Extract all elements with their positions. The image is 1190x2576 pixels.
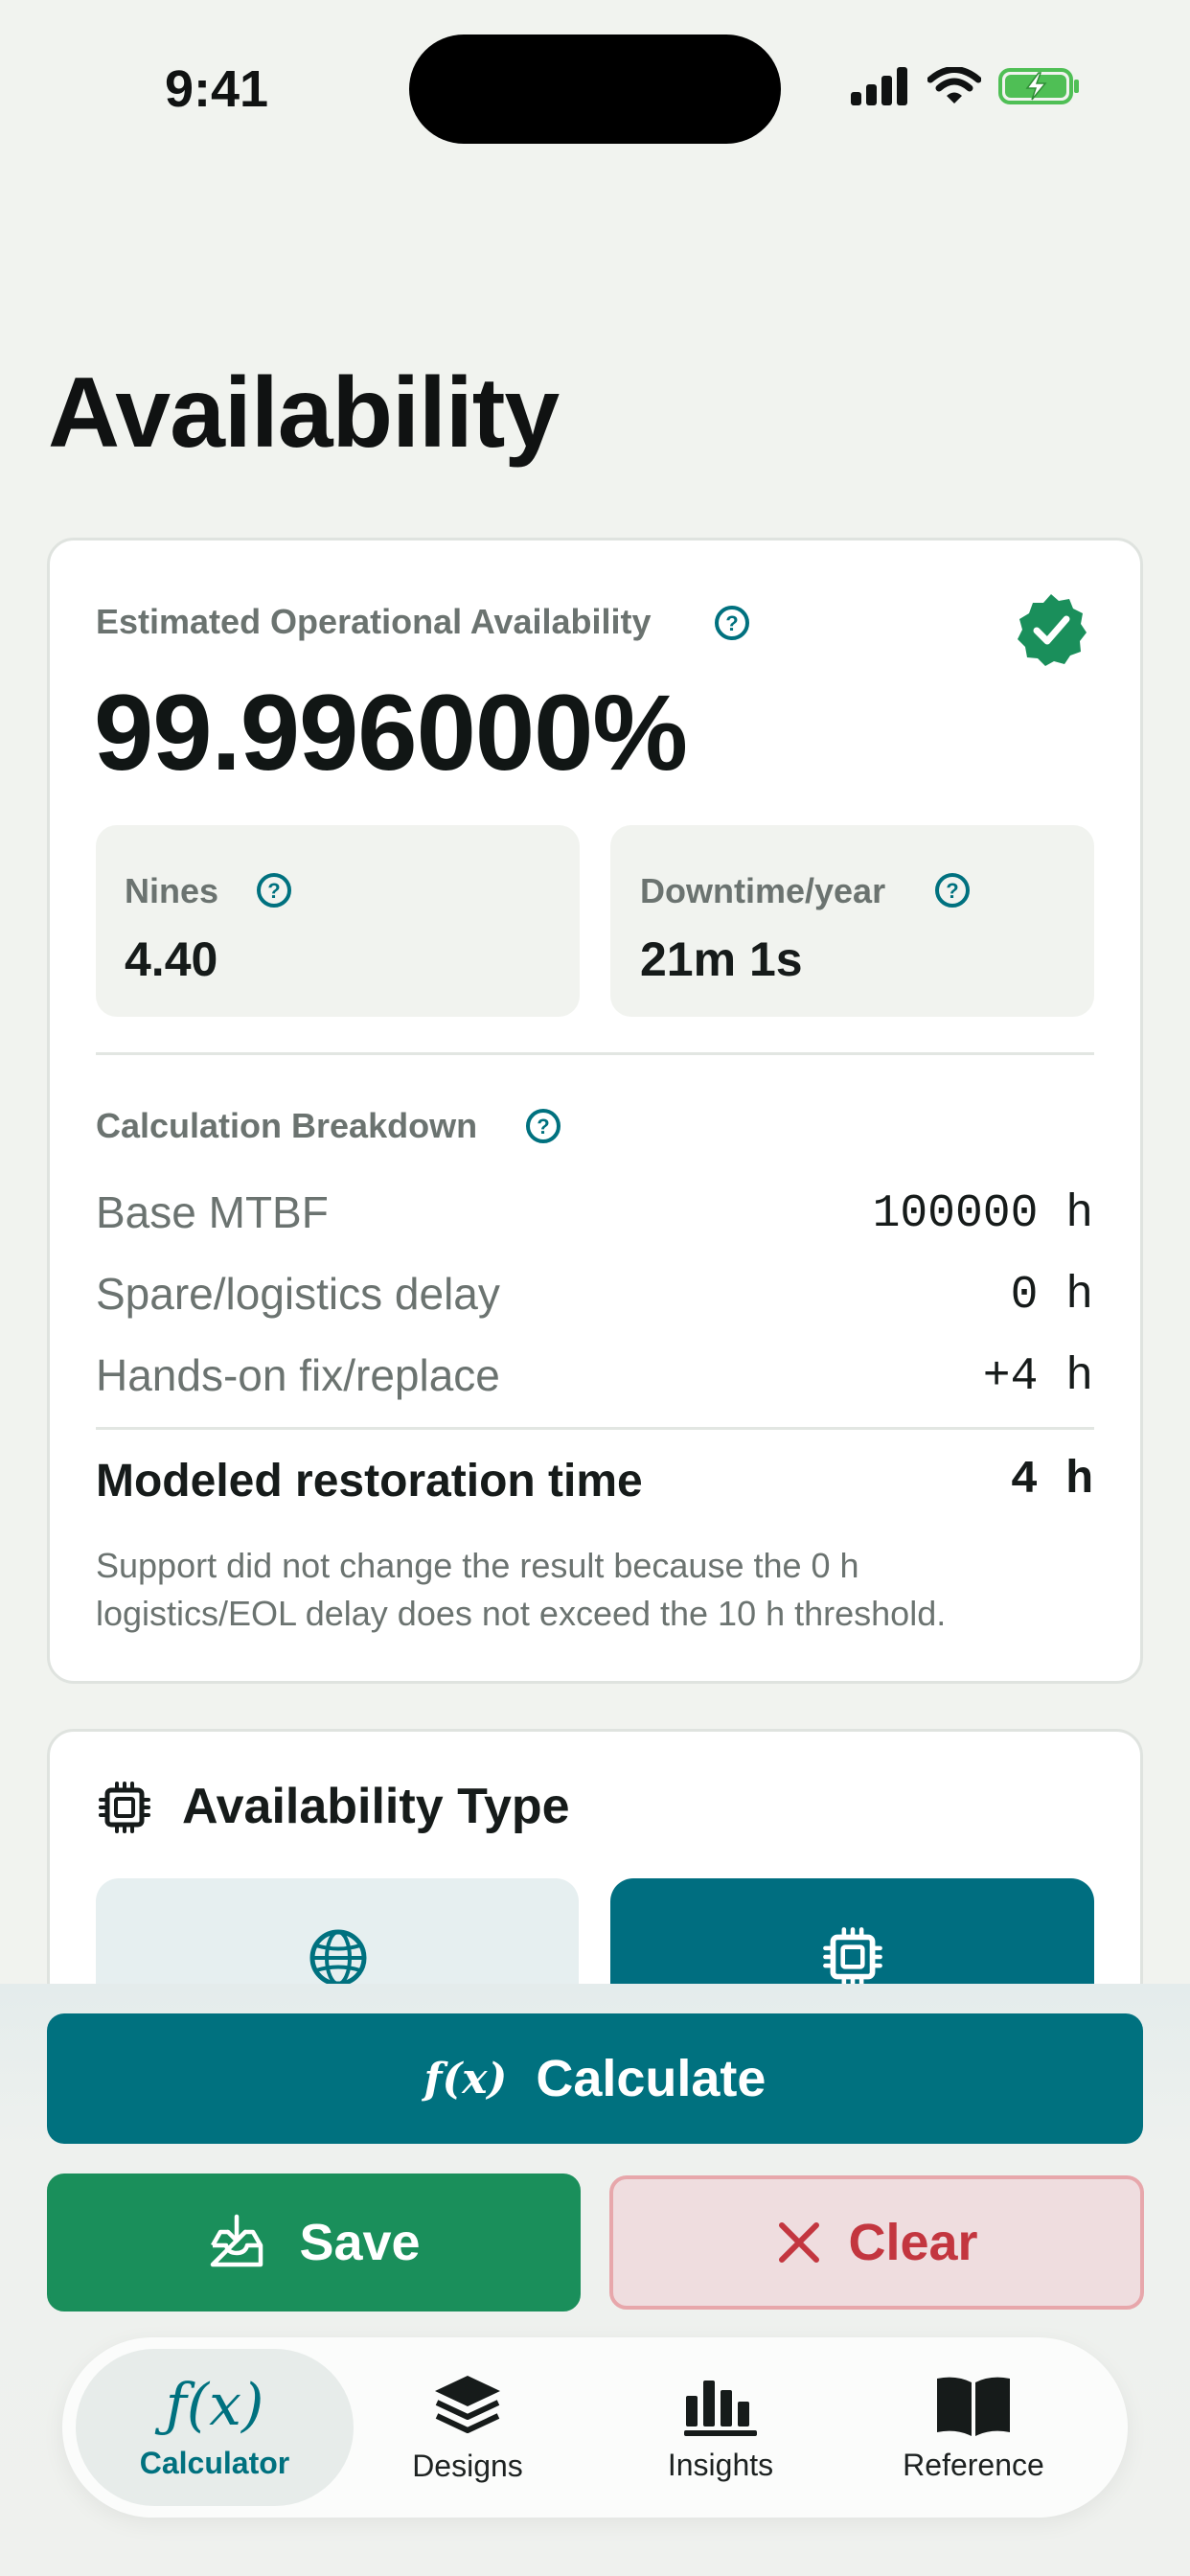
note-line: Support did not change the result becaus… [96, 1546, 859, 1585]
breakdown-row-label: Spare/logistics delay [96, 1269, 500, 1319]
help-icon[interactable]: ? [525, 1108, 561, 1144]
availability-type-title: Availability Type [182, 1779, 570, 1834]
restoration-time-value: 4 h [1010, 1455, 1093, 1506]
tab-label: Insights [667, 2447, 774, 2482]
bar-chart-icon [684, 2380, 757, 2436]
tab-insights[interactable]: Insights [582, 2349, 859, 2506]
function-icon: ƒ(x) [165, 2371, 264, 2439]
downtime-tile [610, 825, 1094, 1017]
divider [96, 1052, 1094, 1055]
wifi-icon [927, 67, 981, 104]
breakdown-row-label: Base MTBF [96, 1187, 329, 1237]
save-button[interactable]: Save [47, 2174, 581, 2312]
tab-bar: ƒ(x) Calculator Designs Insights Referen… [62, 2337, 1128, 2518]
downtime-value: 21m 1s [640, 932, 803, 986]
layers-icon [435, 2375, 500, 2433]
svg-text:?: ? [725, 611, 738, 635]
signal-icon [851, 67, 907, 105]
verified-badge-icon [1018, 594, 1087, 666]
svg-text:?: ? [537, 1115, 549, 1138]
tab-designs[interactable]: Designs [329, 2349, 606, 2506]
status-icons [851, 67, 1081, 105]
clear-label: Clear [848, 2214, 978, 2271]
breakdown-title: Calculation Breakdown [96, 1106, 478, 1145]
status-time: 9:41 [165, 60, 269, 118]
close-icon [779, 2222, 820, 2263]
svg-text:?: ? [267, 879, 280, 903]
chip-icon [823, 1927, 882, 1987]
svg-text:?: ? [946, 879, 958, 903]
save-label: Save [299, 2214, 421, 2271]
page-title: Availability [48, 357, 560, 469]
calculate-button[interactable]: f(x) Calculate [47, 2013, 1143, 2144]
calculate-label: Calculate [536, 2050, 767, 2107]
breakdown-row-value: +4 h [982, 1351, 1093, 1403]
breakdown-row-value: 100000 h [872, 1188, 1093, 1240]
availability-label: Estimated Operational Availability [96, 602, 652, 641]
breakdown-row-value: 0 h [1010, 1270, 1093, 1322]
dynamic-island [409, 34, 781, 144]
availability-value: 99.996000% [94, 673, 688, 793]
breakdown-note: Support did not change the result becaus… [96, 1542, 1092, 1638]
tab-label: Designs [412, 2448, 523, 2483]
breakdown-row-label: Hands-on fix/replace [96, 1350, 500, 1400]
help-icon[interactable]: ? [714, 605, 750, 641]
clear-button[interactable]: Clear [609, 2175, 1144, 2310]
book-icon [937, 2377, 1010, 2436]
nines-value: 4.40 [125, 932, 218, 986]
downtime-label: Downtime/year [640, 871, 886, 910]
tab-calculator[interactable]: ƒ(x) Calculator [76, 2349, 354, 2506]
nines-label: Nines [125, 871, 219, 910]
tab-label: Reference [903, 2447, 1044, 2482]
divider [96, 1427, 1094, 1430]
tray-download-icon [211, 2214, 263, 2267]
chip-icon [99, 1782, 150, 1833]
globe-icon [309, 1929, 367, 1987]
battery-charging-icon [998, 68, 1079, 104]
restoration-time-label: Modeled restoration time [96, 1456, 643, 1506]
tab-reference[interactable]: Reference [835, 2349, 1112, 2506]
note-line: logistics/EOL delay does not exceed the … [96, 1594, 947, 1633]
tab-label: Calculator [139, 2445, 290, 2480]
help-icon[interactable]: ? [256, 872, 292, 908]
nines-tile [96, 825, 580, 1017]
help-icon[interactable]: ? [934, 872, 971, 908]
function-icon: f(x) [423, 2054, 508, 2104]
